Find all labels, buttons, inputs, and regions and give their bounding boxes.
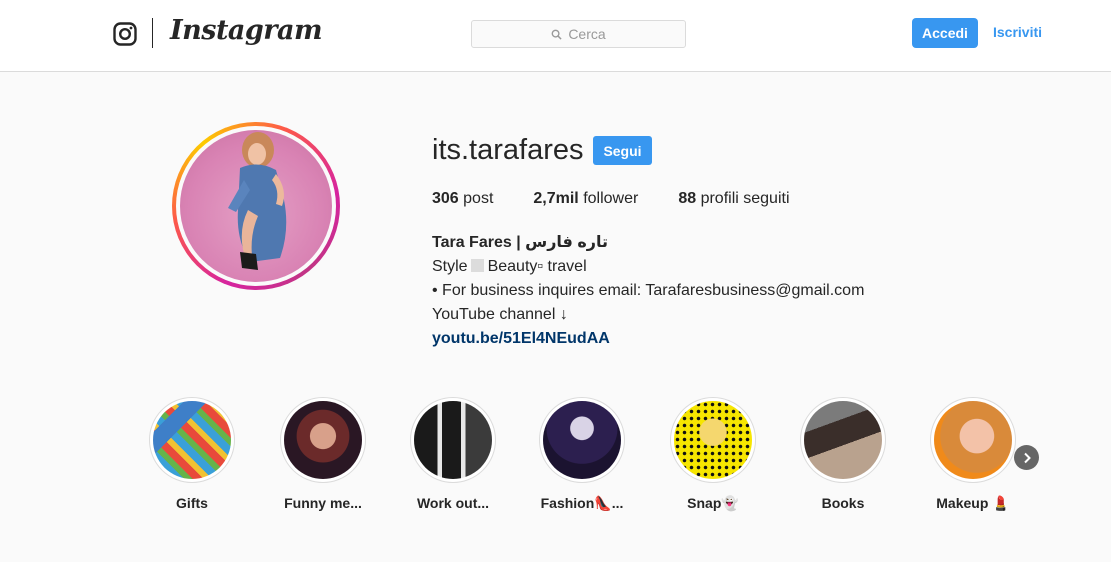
following-stat[interactable]: 88 profili seguiti: [678, 190, 789, 208]
highlight-label: Funny me...: [284, 495, 362, 511]
bio-external-link[interactable]: youtu.be/51El4NEudAA: [432, 327, 864, 351]
highlight-label: Books: [821, 495, 865, 511]
bio-beauty-text: Beauty▫ travel: [487, 258, 587, 275]
header-divider: [152, 18, 153, 48]
followers-stat[interactable]: 2,7mil follower: [533, 190, 638, 208]
highlight-label: Work out...: [416, 495, 490, 511]
story-highlight-item[interactable]: Makeup 💄: [930, 397, 1016, 511]
highlight-cover-image: [674, 401, 752, 479]
story-highlight-item[interactable]: Funny me...: [280, 397, 366, 511]
follow-button[interactable]: Segui: [593, 136, 652, 165]
posts-count: 306: [432, 190, 459, 207]
top-nav-bar: Instagram Cerca Accedi Iscriviti: [0, 0, 1111, 72]
signup-link[interactable]: Iscriviti: [993, 24, 1042, 40]
highlight-label: Fashion👠...: [540, 495, 624, 511]
bio-full-name: Tara Fares | تاره فارس: [432, 234, 609, 251]
search-input[interactable]: Cerca: [471, 20, 686, 48]
highlight-cover-image: [284, 401, 362, 479]
posts-count-stat: 306 post: [432, 190, 493, 208]
followers-count: 2,7mil: [533, 190, 579, 207]
placeholder-square-icon: [470, 259, 484, 272]
story-highlight-item[interactable]: Fashion👠...: [539, 397, 625, 511]
highlight-label: Snap👻: [687, 495, 739, 511]
story-highlight-item[interactable]: Books: [800, 397, 886, 511]
profile-stats: 306 post 2,7mil follower 88 profili segu…: [432, 190, 830, 208]
highlight-cover-image: [543, 401, 621, 479]
story-highlight-item[interactable]: Snap👻: [670, 397, 756, 511]
profile-avatar-story-ring[interactable]: [172, 122, 340, 290]
highlight-label: Makeup 💄: [936, 495, 1010, 511]
profile-avatar: [180, 130, 332, 282]
highlight-cover-image: [804, 401, 882, 479]
instagram-logo[interactable]: Instagram: [170, 15, 323, 46]
instagram-camera-icon[interactable]: [113, 22, 137, 46]
story-highlight-item[interactable]: Work out...: [410, 397, 496, 511]
profile-bio: Tara Fares | تاره فارس Style Beauty▫ trav…: [432, 231, 864, 351]
bio-line-email: • For business inquires email: Tarafares…: [432, 282, 865, 299]
bio-style-text: Style: [432, 258, 468, 275]
highlight-cover-image: [934, 401, 1012, 479]
highlight-cover-image: [414, 401, 492, 479]
search-placeholder: Cerca: [568, 26, 606, 42]
followers-label: follower: [578, 190, 639, 207]
bio-line-style: Style Beauty▫ travel: [432, 255, 864, 279]
posts-label: post: [458, 190, 494, 207]
chevron-right-icon: [1023, 452, 1031, 463]
following-count: 88: [678, 190, 697, 207]
highlight-cover-image: [153, 401, 231, 479]
bio-line-youtube: YouTube channel ↓: [432, 306, 568, 323]
profile-username: its.tarafares: [432, 134, 584, 166]
highlight-label: Gifts: [176, 495, 208, 511]
following-label: profili seguiti: [696, 190, 790, 207]
search-icon: [551, 29, 562, 40]
story-highlight-item[interactable]: Gifts: [149, 397, 235, 511]
login-button[interactable]: Accedi: [912, 18, 978, 48]
highlights-next-button[interactable]: [1014, 445, 1039, 470]
